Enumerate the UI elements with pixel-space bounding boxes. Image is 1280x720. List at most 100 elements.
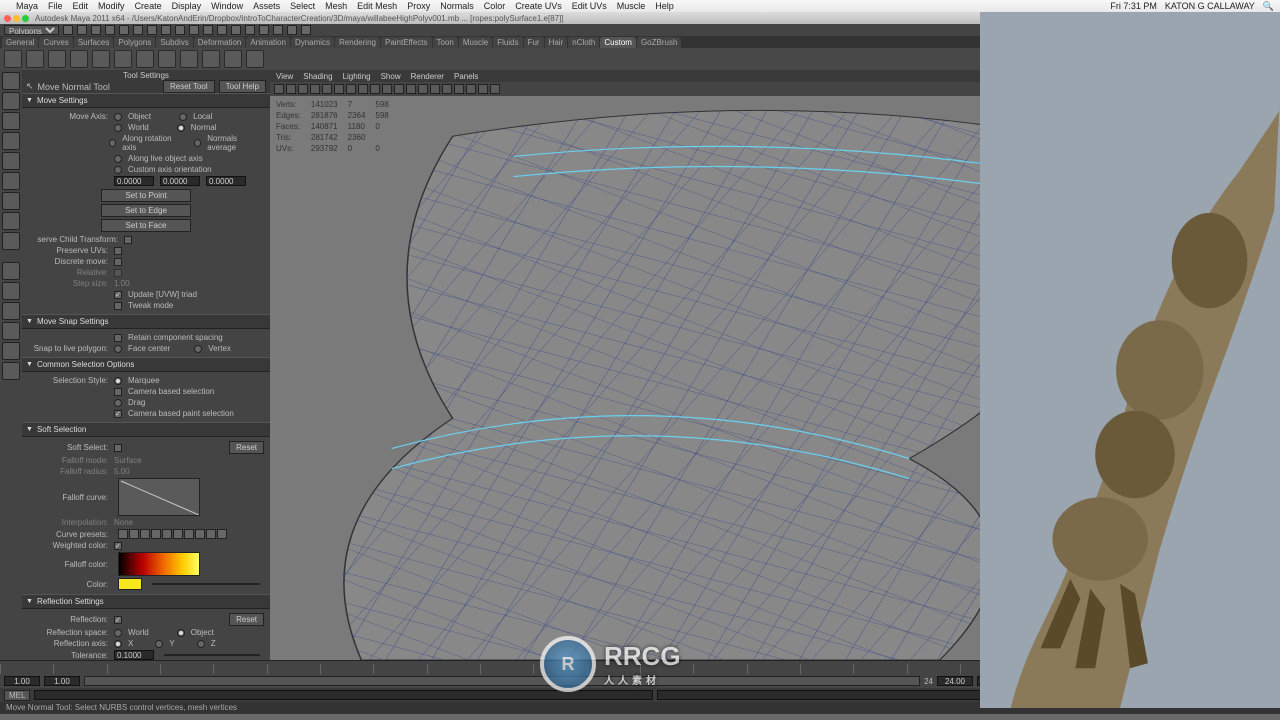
status-icon[interactable] (133, 25, 143, 35)
module-selector[interactable]: Polygons (4, 25, 59, 35)
mac-menu-mesh[interactable]: Mesh (325, 1, 347, 11)
status-icon[interactable] (119, 25, 129, 35)
section-common-selection[interactable]: ▼Common Selection Options (22, 357, 270, 372)
status-icon[interactable] (63, 25, 73, 35)
update-uvw-check[interactable] (114, 291, 122, 299)
layout-outliner-icon[interactable] (2, 342, 20, 360)
preserve-uvs-check[interactable] (114, 247, 122, 255)
universal-manip-icon[interactable] (2, 192, 20, 210)
color-slider[interactable] (152, 583, 260, 585)
range-start-inner[interactable] (44, 676, 80, 686)
orient-x-field[interactable] (114, 176, 154, 186)
soft-reset-button[interactable]: Reset (229, 441, 264, 454)
layout-hypershade-icon[interactable] (2, 362, 20, 380)
layout-four-icon[interactable] (2, 282, 20, 300)
panel-tool-icon[interactable] (382, 84, 392, 94)
show-manip-icon[interactable] (2, 232, 20, 250)
panel-tool-icon[interactable] (490, 84, 500, 94)
status-icon[interactable] (273, 25, 283, 35)
layout-single-icon[interactable] (2, 262, 20, 280)
mac-menu-help[interactable]: Help (655, 1, 674, 11)
script-lang-toggle[interactable]: MEL (4, 690, 30, 701)
panel-menu-lighting[interactable]: Lighting (343, 72, 371, 81)
falloff-gradient[interactable] (118, 552, 200, 576)
sel-drag-radio[interactable] (114, 399, 122, 407)
shelf-button[interactable] (136, 50, 154, 68)
layout-persp-icon[interactable] (2, 322, 20, 340)
status-icon[interactable] (231, 25, 241, 35)
axis-local-radio[interactable] (179, 113, 187, 121)
shelf-tab-animation[interactable]: Animation (246, 37, 290, 48)
panel-tool-icon[interactable] (394, 84, 404, 94)
panel-tool-icon[interactable] (286, 84, 296, 94)
tolerance-slider[interactable] (164, 654, 260, 656)
shelf-tab-deformation[interactable]: Deformation (194, 37, 246, 48)
camera-paint-check[interactable] (114, 410, 122, 418)
panel-tool-icon[interactable] (418, 84, 428, 94)
layout-two-icon[interactable] (2, 302, 20, 320)
preset-icon[interactable] (184, 529, 194, 539)
camera-based-check[interactable] (114, 388, 122, 396)
panel-tool-icon[interactable] (274, 84, 284, 94)
status-icon[interactable] (77, 25, 87, 35)
shelf-button[interactable] (246, 50, 264, 68)
status-icon[interactable] (245, 25, 255, 35)
panel-tool-icon[interactable] (430, 84, 440, 94)
panel-tool-icon[interactable] (310, 84, 320, 94)
shelf-button[interactable] (224, 50, 242, 68)
status-icon[interactable] (91, 25, 101, 35)
shelf-tab-general[interactable]: General (2, 37, 38, 48)
preset-icon[interactable] (195, 529, 205, 539)
spotlight-icon[interactable]: 🔍 (1263, 1, 1274, 12)
shelf-button[interactable] (48, 50, 66, 68)
panel-menu-show[interactable]: Show (381, 72, 401, 81)
window-controls[interactable] (4, 15, 29, 22)
color-swatch[interactable] (118, 578, 142, 590)
mac-menu-normals[interactable]: Normals (440, 1, 474, 11)
mac-menu-proxy[interactable]: Proxy (407, 1, 430, 11)
set-to-point-button[interactable]: Set to Point (101, 189, 191, 202)
panel-tool-icon[interactable] (454, 84, 464, 94)
shelf-tab-rendering[interactable]: Rendering (335, 37, 380, 48)
retain-spacing-check[interactable] (114, 334, 122, 342)
status-icon[interactable] (301, 25, 311, 35)
scale-tool-icon[interactable] (2, 172, 20, 190)
axis-normals-avg-radio[interactable] (194, 139, 202, 147)
app-name[interactable]: Maya (16, 1, 38, 11)
preserve-child-check[interactable] (124, 236, 132, 244)
reflection-check[interactable] (114, 616, 122, 624)
shelf-tab-surfaces[interactable]: Surfaces (74, 37, 114, 48)
preset-icon[interactable] (151, 529, 161, 539)
panel-tool-icon[interactable] (478, 84, 488, 94)
tweak-mode-check[interactable] (114, 302, 122, 310)
select-tool-icon[interactable] (2, 72, 20, 90)
range-end-inner[interactable] (937, 676, 973, 686)
mac-menu-muscle[interactable]: Muscle (617, 1, 646, 11)
status-icon[interactable] (189, 25, 199, 35)
shelf-tab-fluids[interactable]: Fluids (493, 37, 522, 48)
status-icon[interactable] (217, 25, 227, 35)
close-icon[interactable] (4, 15, 11, 22)
shelf-tab-ncloth[interactable]: nCloth (568, 37, 599, 48)
shelf-tab-subdivs[interactable]: Subdivs (156, 37, 192, 48)
shelf-tab-hair[interactable]: Hair (545, 37, 568, 48)
shelf-button[interactable] (158, 50, 176, 68)
refl-y-radio[interactable] (155, 640, 163, 648)
tolerance-field[interactable] (114, 650, 154, 660)
mac-menu-window[interactable]: Window (211, 1, 243, 11)
range-start-outer[interactable] (4, 676, 40, 686)
panel-tool-icon[interactable] (370, 84, 380, 94)
shelf-tab-toon[interactable]: Toon (433, 37, 458, 48)
weighted-color-check[interactable] (114, 542, 122, 550)
preset-icon[interactable] (206, 529, 216, 539)
panel-tool-icon[interactable] (466, 84, 476, 94)
axis-along-live-radio[interactable] (114, 155, 122, 163)
minimize-icon[interactable] (13, 15, 20, 22)
preset-icon[interactable] (217, 529, 227, 539)
section-snap[interactable]: ▼Move Snap Settings (22, 314, 270, 329)
zoom-icon[interactable] (22, 15, 29, 22)
orient-y-field[interactable] (160, 176, 200, 186)
mac-menu-assets[interactable]: Assets (253, 1, 280, 11)
status-icon[interactable] (203, 25, 213, 35)
panel-tool-icon[interactable] (322, 84, 332, 94)
